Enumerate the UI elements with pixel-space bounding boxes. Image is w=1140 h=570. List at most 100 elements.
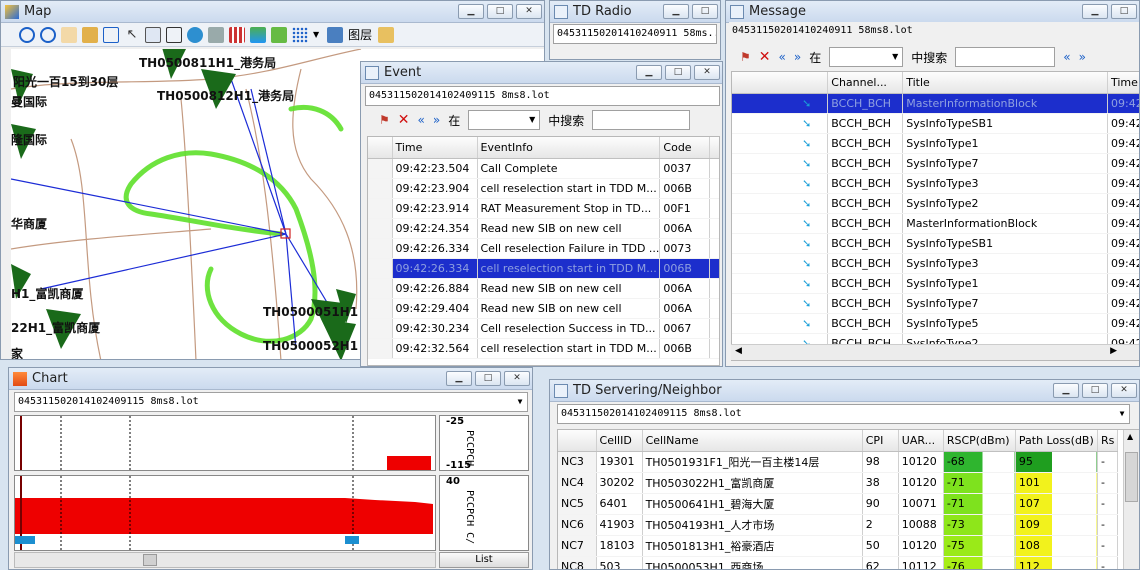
event-row[interactable]: 09:42:23.504 Call Complete 0037 [368,158,719,179]
layers-icon[interactable] [250,26,266,43]
column-header[interactable]: EventInfo [477,137,661,159]
event-row[interactable]: 09:42:30.234 Cell reselection Success in … [368,318,719,339]
filter-flag-icon[interactable]: ⚑ [379,113,390,127]
maximize-button[interactable]: □ [665,65,691,80]
column-header[interactable]: Time [392,137,478,159]
filter-flag-icon[interactable]: ⚑ [740,50,751,64]
event-row[interactable]: 09:42:32.564 cell reselection start in TD… [368,338,719,359]
neighbor-row[interactable]: NC3 19301 TH0501931F1_阳光一百主楼14层 98 10120 -68 9… [558,451,1119,473]
column-header[interactable]: Rs [1097,430,1119,452]
neighbor-row[interactable]: NC5 6401 TH0500641H1_碧海大厦 90 10071 -71 107- [558,493,1119,515]
print-icon[interactable] [208,26,224,43]
neighbor-row[interactable]: NC4 30202 TH0503022H1_富凯商厦 38 10120 -71 101- [558,472,1119,494]
globe-icon[interactable] [187,26,203,43]
scroll-thumb[interactable] [1125,452,1138,502]
column-header[interactable]: CPI [862,430,899,452]
search-scope-select[interactable]: ▼ [468,110,541,130]
event-titlebar[interactable]: Event ▁ □ ✕ [361,62,722,84]
column-header[interactable]: Time [1107,72,1139,94]
event-row[interactable]: 09:42:26.334 Cell reselection Failure in … [368,238,719,259]
layer-label[interactable]: 图层 [348,26,372,43]
select-arrow-icon[interactable]: ↖ [124,27,140,43]
next-icon[interactable]: » [1079,50,1086,64]
search-input[interactable] [955,47,1056,67]
scroll-right-icon[interactable]: ▶ [1110,346,1117,356]
event-row[interactable]: 09:42:29.404 Read new SIB on new cell 006A [368,298,719,319]
zoom-out-icon[interactable] [40,26,56,43]
message-row[interactable]: ➘ BCCH_BCH SysInfoType7 09:42 [732,293,1139,314]
message-row[interactable]: ➘ BCCH_BCH SysInfoType3 09:42 [732,173,1139,194]
message-row[interactable]: ➘ BCCH_BCH SysInfoType7 09:42 [732,153,1139,174]
neighbor-row[interactable]: NC7 18103 TH0501813H1_裕豪酒店 50 10120 -75 108- [558,535,1119,557]
prev-icon[interactable]: « [1063,50,1070,64]
minimize-button[interactable]: ▁ [1082,4,1108,19]
message-row[interactable]: ➘ BCCH_BCH SysInfoType3 09:42 [732,253,1139,274]
message-row[interactable]: ➘ BCCH_BCH SysInfoType5 09:42 [732,313,1139,334]
column-header[interactable]: CellID [596,430,643,452]
message-row[interactable]: ➘ BCCH_BCH SysInfoTypeSB1 09:42 [732,233,1139,254]
neighbor-row[interactable]: NC6 41903 TH0504193H1_人才市场 2 10088 -73 109- [558,514,1119,536]
table-icon[interactable] [166,26,182,43]
serving-vscrollbar[interactable]: ▲ [1123,430,1139,569]
neighbor-row[interactable]: NC8 503 TH0500053H1_西商场 62 10112 -76 112- [558,556,1119,569]
serving-titlebar[interactable]: TD Servering/Neighbor ▁ □ ✕ [550,380,1139,402]
close-button[interactable]: ✕ [1111,383,1137,398]
event-row[interactable]: 09:42:26.884 Read new SIB on new cell 006A [368,278,719,299]
maximize-button[interactable]: □ [1082,383,1108,398]
event-row[interactable]: 09:42:23.914 RAT Measurement Stop in TD..… [368,198,719,219]
scroll-thumb[interactable] [143,554,157,566]
chart-file-field[interactable]: 045311502014102409115 8ms8.lot ▼ [14,392,528,412]
minimize-button[interactable]: ▁ [663,4,689,19]
maximize-button[interactable]: □ [487,4,513,19]
column-header[interactable]: RSCP(dBm) [943,430,1016,452]
legend-icon[interactable] [271,26,287,43]
scroll-left-icon[interactable]: ◀ [735,346,742,356]
prev-icon[interactable]: « [779,50,786,64]
measure-icon[interactable] [82,26,98,43]
dots-grid-icon[interactable] [292,26,308,43]
message-row[interactable]: ➘ BCCH_BCH SysInfoTypeSB1 09:42 [732,113,1139,134]
minimize-button[interactable]: ▁ [446,371,472,386]
message-row[interactable]: ➘ BCCH_BCH MasterInformationBlock 09:42 [732,213,1139,234]
column-header[interactable]: Title [902,72,1108,94]
message-row[interactable]: ➘ BCCH_BCH SysInfoType2 09:42 [732,193,1139,214]
chart-titlebar[interactable]: Chart ▁ □ ✕ [9,368,532,390]
identify-icon[interactable] [145,26,161,43]
layer-extra-icon[interactable] [378,26,395,43]
message-row[interactable]: ➘ BCCH_BCH SysInfoType1 09:42 [732,133,1139,154]
column-header[interactable]: Path Loss(dB) [1015,430,1098,452]
close-button[interactable]: ✕ [504,371,530,386]
scroll-up-icon[interactable]: ▲ [1127,432,1133,441]
search-scope-select[interactable]: ▼ [829,47,904,67]
message-file-field[interactable]: 04531150201410240911 58ms8.lot [729,22,1139,42]
maximize-button[interactable]: □ [1111,4,1137,19]
map-titlebar[interactable]: Map ▁ □ ✕ [1,1,544,23]
zoom-in-icon[interactable] [19,26,35,43]
serving-file-field[interactable]: 045311502014102409115 8ms8.lot ▼ [557,404,1130,424]
prev-icon[interactable]: « [418,113,425,127]
pan-hand-icon[interactable] [61,26,77,43]
next-icon[interactable]: » [794,50,801,64]
column-header[interactable]: UAR... [898,430,944,452]
layer-stack-icon[interactable] [327,26,344,43]
clear-x-icon[interactable]: ✕ [759,49,771,65]
message-row[interactable]: ➘ BCCH_BCH SysInfoType1 09:42 [732,273,1139,294]
column-header[interactable] [558,430,597,452]
maximize-button[interactable]: □ [475,371,501,386]
full-extent-icon[interactable] [103,26,119,43]
message-hscrollbar[interactable]: ◀ ▶ [731,344,1139,360]
message-row[interactable]: ➘ BCCH_BCH MasterInformationBlock 09:42 [732,93,1139,114]
close-button[interactable]: ✕ [516,4,542,19]
next-icon[interactable]: » [433,113,440,127]
event-row[interactable]: 09:42:26.334 cell reselection start in TD… [368,258,719,279]
close-button[interactable]: ✕ [694,65,720,80]
column-header[interactable]: Code [659,137,711,159]
event-file-field[interactable]: 045311502014102409115 8ms8.lot [365,86,720,106]
list-button[interactable]: List [439,552,529,568]
dropdown-arrow-icon[interactable]: ▼ [313,30,319,39]
event-row[interactable]: 09:42:23.904 cell reselection start in TD… [368,178,719,199]
search-input[interactable] [592,110,691,130]
minimize-button[interactable]: ▁ [1053,383,1079,398]
minimize-button[interactable]: ▁ [458,4,484,19]
column-header[interactable]: CellName [642,430,863,452]
